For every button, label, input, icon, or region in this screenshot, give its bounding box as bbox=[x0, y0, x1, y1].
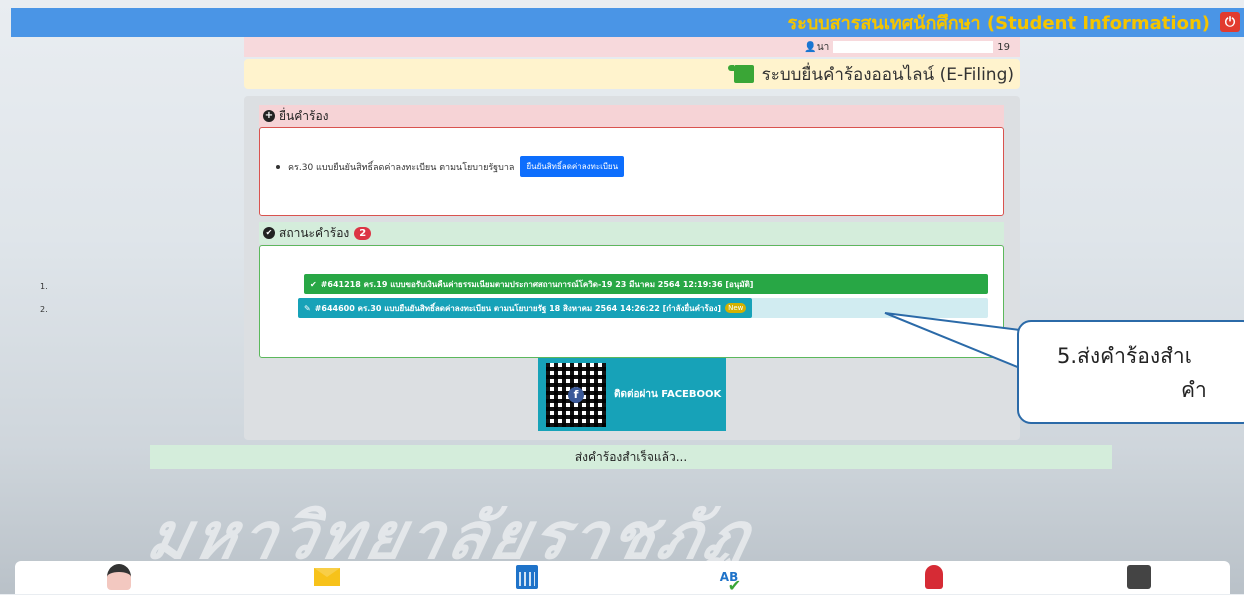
check-circle-icon: ✔ bbox=[310, 279, 317, 289]
user-name-prefix: นา bbox=[816, 41, 830, 53]
status-count-badge: 2 bbox=[354, 226, 372, 240]
request-type-item: คร.30 แบบยืนยันสิทธิ์ลดค่าลงทะเบียน ตามน… bbox=[276, 156, 625, 177]
callout-line-1: 5.ส่งคำร้องสำเ bbox=[1057, 344, 1192, 368]
lightbulb-icon bbox=[925, 565, 943, 589]
nav-efiling[interactable] bbox=[1125, 563, 1153, 591]
nav-profile[interactable] bbox=[105, 563, 133, 591]
request-number: 1. bbox=[40, 282, 48, 291]
request-row-pending[interactable]: ✎ #644600 คร.30 แบบยืนยันสิทธิ์ลดค่าลงทะ… bbox=[298, 298, 988, 318]
check-circle-icon: ✔ bbox=[263, 227, 275, 239]
user-info-bar: 👤 นา 19 bbox=[244, 37, 1020, 57]
new-badge: New bbox=[725, 303, 747, 313]
request-text: #641218 คร.19 แบบขอรับเงินคืนค่าธรรมเนีย… bbox=[320, 279, 754, 289]
scroll-icon bbox=[727, 65, 754, 83]
plus-circle-icon: + bbox=[263, 110, 275, 122]
bottom-navigation: AB ✔ bbox=[15, 561, 1230, 595]
nav-calendar[interactable] bbox=[513, 563, 541, 591]
nav-grades[interactable]: AB ✔ bbox=[715, 563, 743, 595]
request-text: #644600 คร.30 แบบยืนยันสิทธิ์ลดค่าลงทะเบ… bbox=[314, 303, 722, 313]
status-section-title: สถานะคำร้อง bbox=[279, 225, 350, 240]
request-type-label: คร.30 แบบยืนยันสิทธิ์ลดค่าลงทะเบียน ตามน… bbox=[288, 162, 515, 173]
callout-line-2: คำ bbox=[1181, 378, 1207, 402]
confirm-rights-button[interactable]: ยืนยันสิทธิ์ลดค่าลงทะเบียน bbox=[520, 156, 625, 177]
status-section-header[interactable]: ✔ สถานะคำร้อง 2 bbox=[259, 222, 1004, 244]
grades-check-icon: AB ✔ bbox=[719, 570, 742, 595]
edit-icon: ✎ bbox=[304, 303, 311, 313]
success-message-bar: ส่งคำร้องสำเร็จแล้ว... bbox=[150, 445, 1112, 469]
nav-notifications[interactable] bbox=[920, 563, 948, 591]
user-id-suffix: 19 bbox=[997, 41, 1010, 53]
calendar-icon bbox=[516, 565, 538, 589]
request-number: 2. bbox=[40, 305, 48, 314]
qr-code-image: f bbox=[546, 362, 606, 427]
request-pending-label: ✎ #644600 คร.30 แบบยืนยันสิทธิ์ลดค่าลงทะ… bbox=[298, 298, 753, 318]
app-title: ระบบสารสนเทศนักศึกษา (Student Informatio… bbox=[787, 13, 1210, 34]
annotation-callout: 5.ส่งคำร้องสำเ คำ bbox=[1017, 320, 1244, 424]
top-header-bar: ระบบสารสนเทศนักศึกษา (Student Informatio… bbox=[11, 8, 1244, 37]
scroll-icon bbox=[1127, 565, 1151, 589]
submit-section-title: ยื่นคำร้อง bbox=[279, 108, 329, 123]
avatar-icon bbox=[107, 564, 131, 590]
efiling-header: ระบบยื่นคำร้องออนไลน์ (E-Filing) bbox=[244, 59, 1020, 89]
facebook-icon: f bbox=[568, 386, 584, 403]
facebook-contact-card[interactable]: f ติดต่อผ่าน FACEBOOK bbox=[538, 358, 726, 431]
redacted-user-name bbox=[833, 41, 994, 53]
envelope-icon bbox=[314, 568, 340, 586]
user-icon: 👤 bbox=[804, 41, 817, 53]
request-row-approved[interactable]: ✔ #641218 คร.19 แบบขอรับเงินคืนค่าธรรมเน… bbox=[304, 274, 988, 294]
logout-icon[interactable]: ⏻ bbox=[1220, 12, 1240, 32]
bullet bbox=[276, 164, 280, 169]
efiling-title: ระบบยื่นคำร้องออนไลน์ (E-Filing) bbox=[761, 64, 1014, 85]
submit-section-header[interactable]: + ยื่นคำร้อง bbox=[259, 105, 1004, 127]
nav-messages[interactable] bbox=[313, 563, 341, 591]
submit-section-body: คร.30 แบบยืนยันสิทธิ์ลดค่าลงทะเบียน ตามน… bbox=[259, 127, 1004, 216]
facebook-contact-label: ติดต่อผ่าน FACEBOOK bbox=[614, 389, 722, 400]
success-message: ส่งคำร้องสำเร็จแล้ว... bbox=[574, 449, 688, 464]
